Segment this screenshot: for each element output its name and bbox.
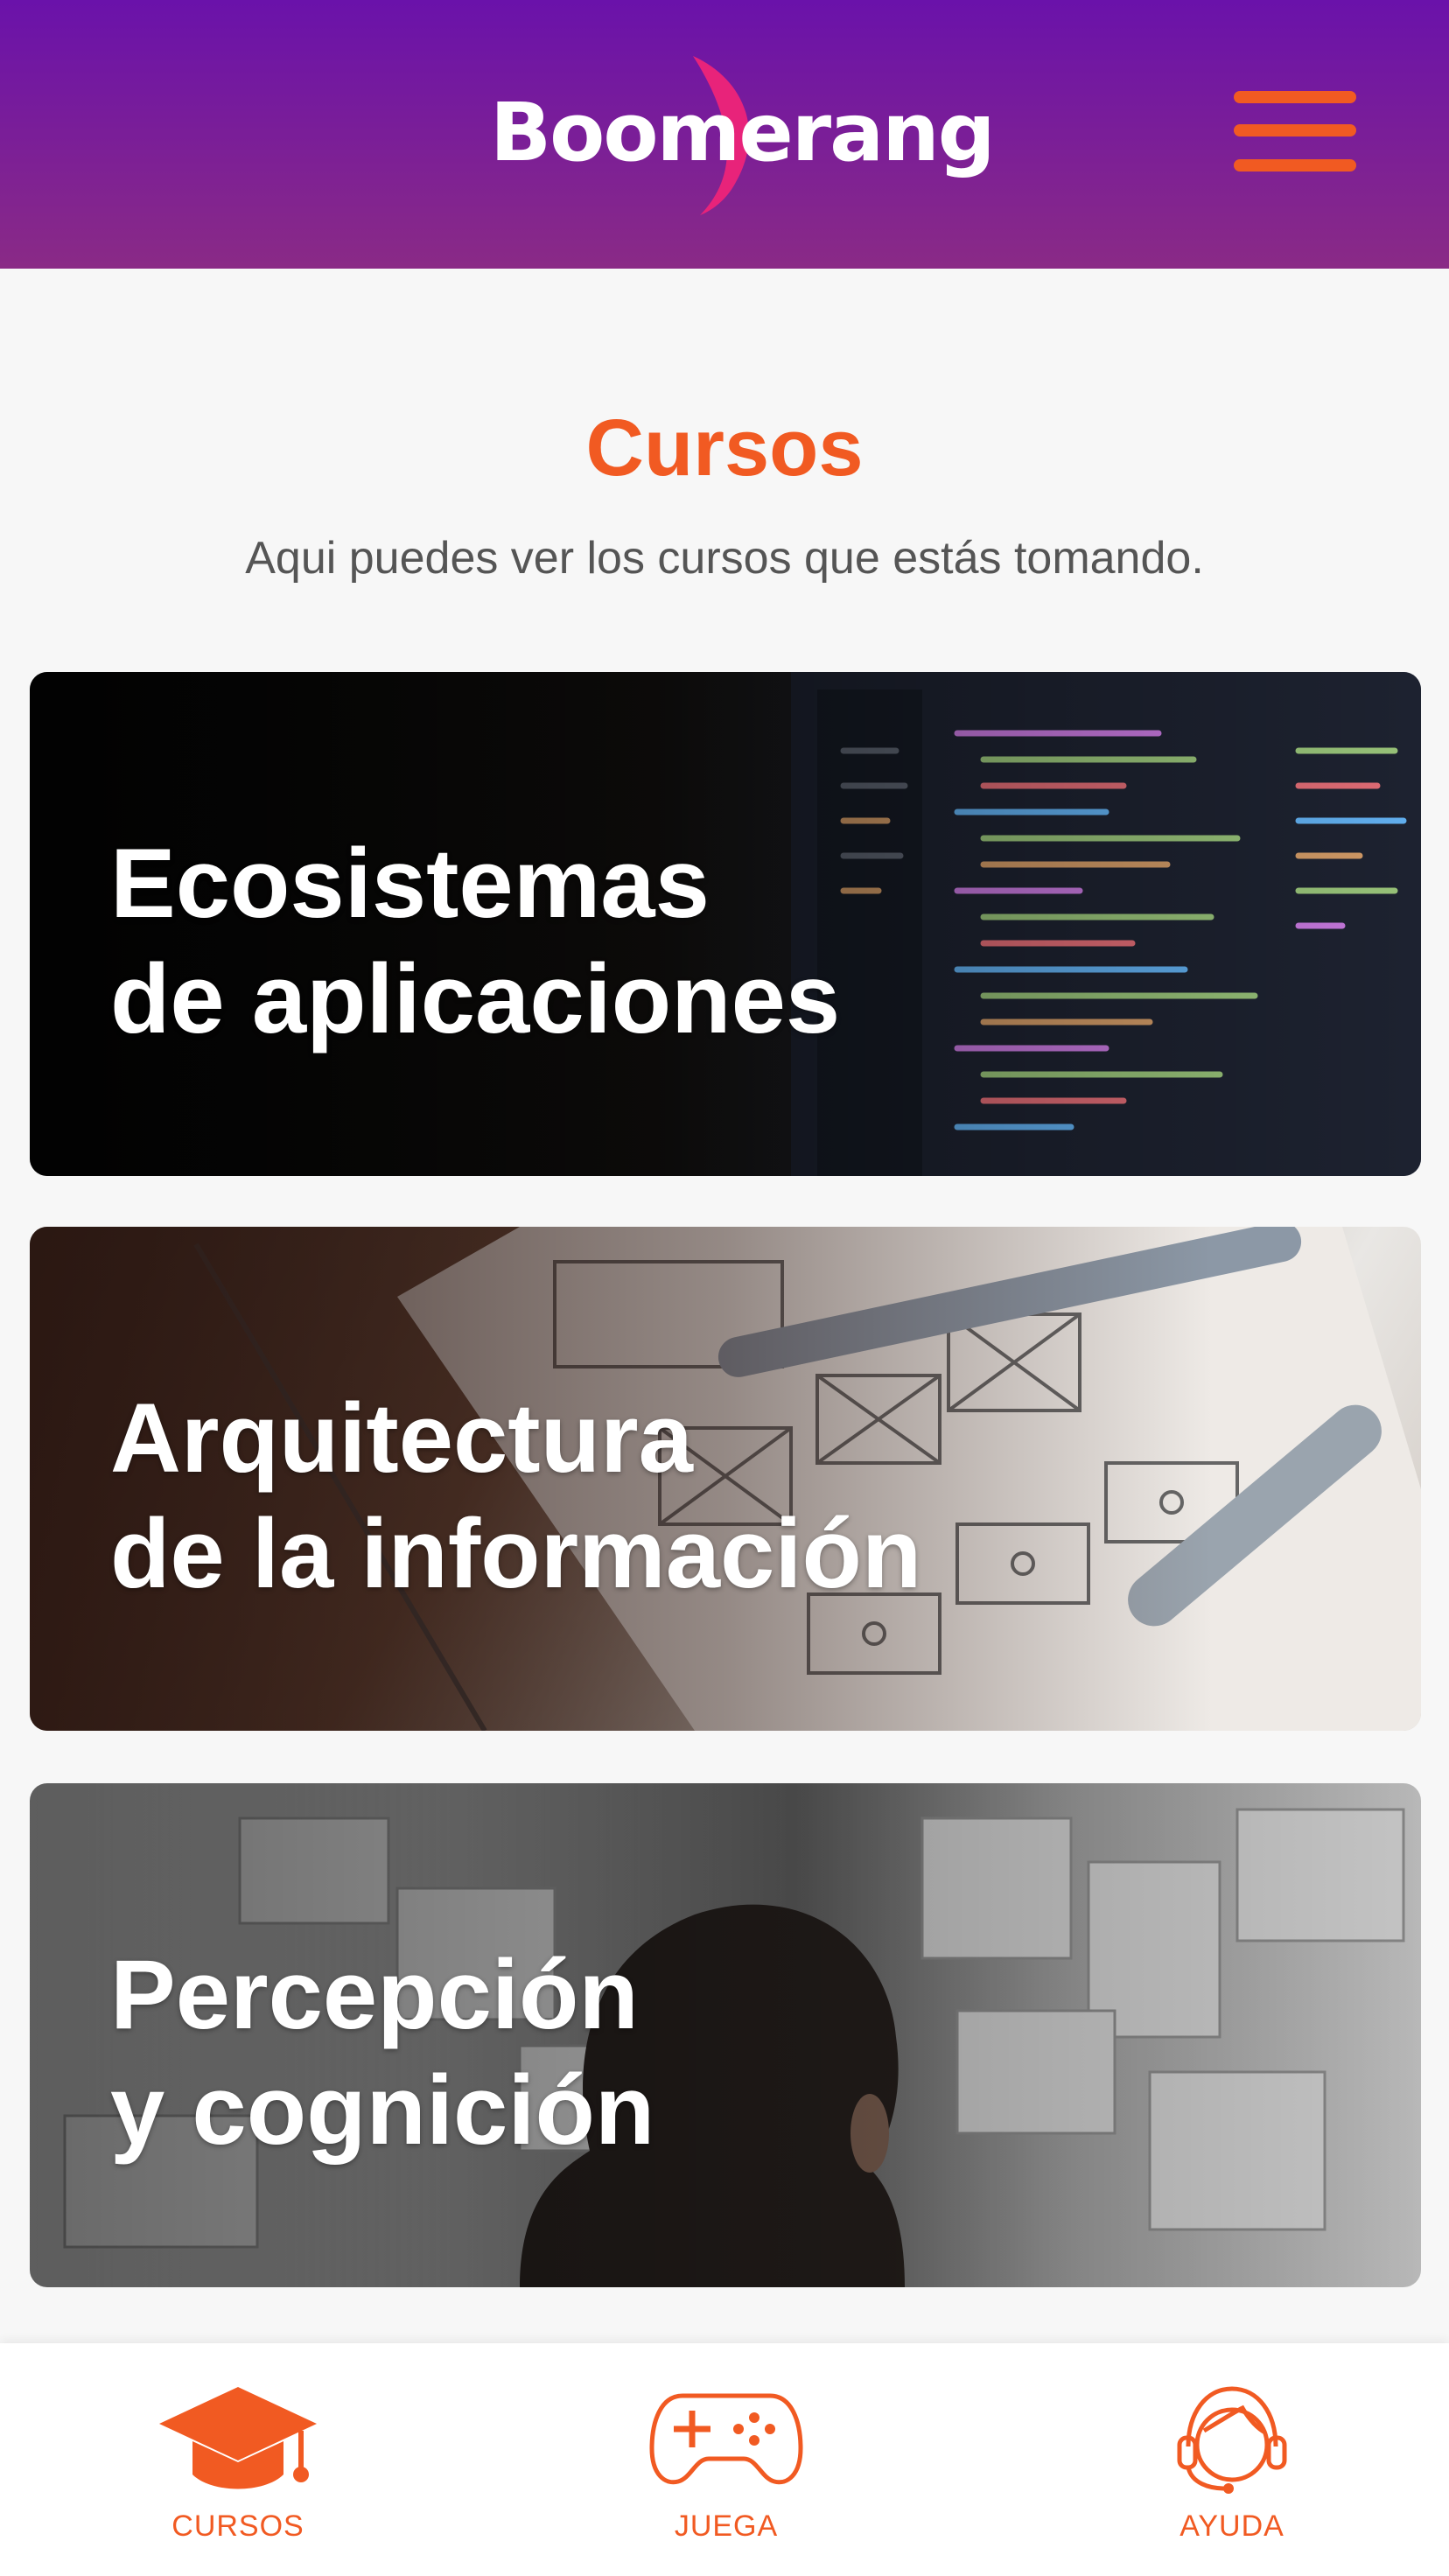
nav-label-juega: JUEGA (674, 2510, 779, 2543)
nav-tab-cursos[interactable]: CURSOS (80, 2343, 396, 2576)
gamepad-icon (649, 2393, 803, 2485)
headset-support-icon (1177, 2386, 1287, 2494)
course-title: Ecosistemas de aplicaciones (110, 826, 840, 1057)
course-title-line1: Percepción (110, 1940, 639, 2049)
hamburger-menu-icon (1234, 91, 1356, 103)
course-title-line1: Arquitectura (110, 1383, 693, 1493)
course-title-line2: y cognición (110, 2055, 655, 2165)
course-card-ecosistemas[interactable]: Ecosistemas de aplicaciones (30, 672, 1421, 1176)
logo-text: Boomerang (490, 86, 996, 179)
nav-tab-juega[interactable]: JUEGA (569, 2343, 884, 2576)
app-header: Boomerang (0, 0, 1449, 269)
course-title-line2: de la información (110, 1499, 922, 1608)
menu-bar (1234, 159, 1356, 172)
course-card-arquitectura[interactable]: Arquitectura de la información (30, 1227, 1421, 1731)
nav-label-ayuda: AYUDA (1180, 2510, 1284, 2543)
page-title: Cursos (585, 403, 864, 493)
course-title-line2: de aplicaciones (110, 944, 841, 1054)
boomerang-logo[interactable]: Boomerang (490, 52, 996, 219)
hamburger-menu-button[interactable] (1228, 84, 1360, 182)
course-title-line1: Ecosistemas (110, 829, 710, 938)
course-title: Percepción y cognición (110, 1937, 654, 2168)
page-subtitle: Aqui puedes ver los cursos que estás tom… (245, 533, 1204, 584)
menu-bar (1234, 124, 1356, 136)
course-card-percepcion[interactable]: Percepción y cognición (30, 1783, 1421, 2287)
nav-label-cursos: CURSOS (172, 2510, 304, 2543)
bottom-navigation: CURSOS JUEGA AYUDA (0, 2343, 1449, 2576)
course-title: Arquitectura de la información (110, 1381, 921, 1612)
graduation-cap-icon (159, 2387, 317, 2489)
nav-tab-ayuda[interactable]: AYUDA (1074, 2343, 1390, 2576)
